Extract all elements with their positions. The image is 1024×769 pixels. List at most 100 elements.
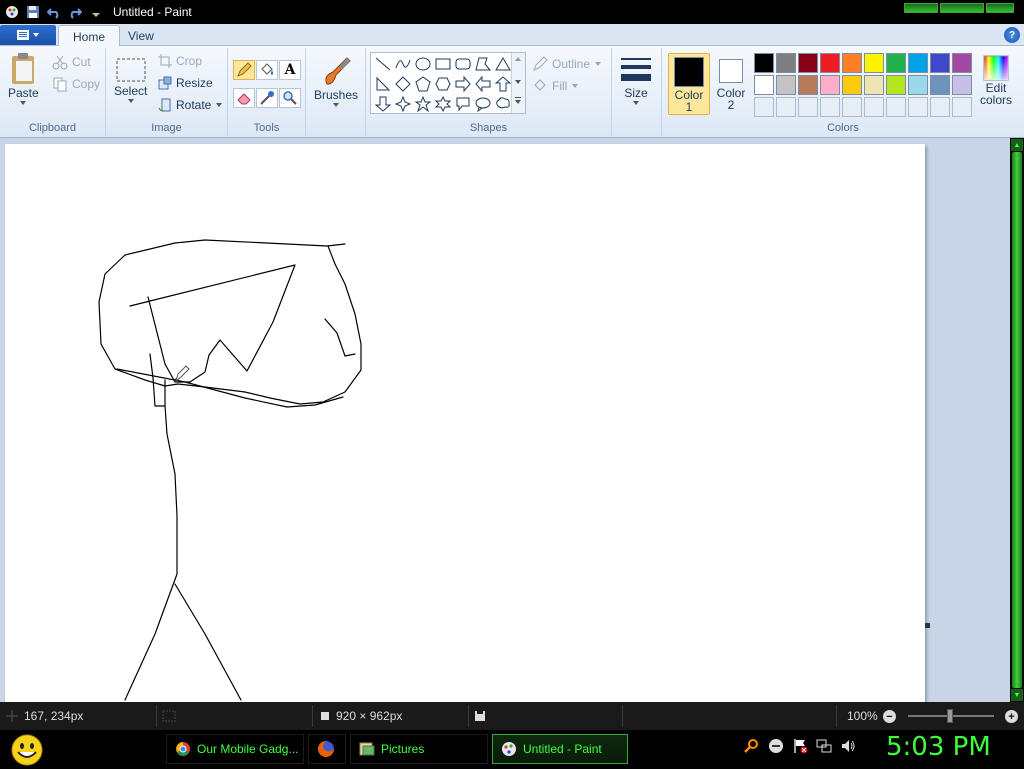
- close-button[interactable]: [986, 3, 1014, 13]
- hexagon-shape[interactable]: [433, 74, 453, 94]
- eraser-tool[interactable]: [233, 88, 255, 108]
- palette-custom-slot[interactable]: [864, 97, 884, 117]
- rounded-callout-shape[interactable]: [453, 94, 473, 114]
- five-point-star-shape[interactable]: [413, 94, 433, 114]
- minimize-button[interactable]: [904, 3, 938, 13]
- up-arrow-shape[interactable]: [493, 74, 513, 94]
- palette-custom-slot[interactable]: [776, 97, 796, 117]
- size-button[interactable]: Size: [619, 54, 653, 106]
- right-arrow-shape[interactable]: [453, 74, 473, 94]
- scroll-down-arrow[interactable]: ▼: [1011, 689, 1023, 701]
- volume-icon[interactable]: [840, 738, 856, 754]
- right-triangle-shape[interactable]: [373, 74, 393, 94]
- palette-swatch[interactable]: [908, 53, 928, 73]
- text-tool[interactable]: A: [279, 60, 301, 80]
- palette-custom-slot[interactable]: [798, 97, 818, 117]
- paint-app-icon[interactable]: [3, 3, 21, 21]
- cut-button[interactable]: Cut: [52, 54, 91, 70]
- shapes-scrollbar[interactable]: [511, 53, 525, 113]
- minimize-all-icon[interactable]: [768, 738, 784, 754]
- palette-custom-slot[interactable]: [908, 97, 928, 117]
- pencil-tool[interactable]: [233, 60, 255, 80]
- palette-swatch[interactable]: [952, 53, 972, 73]
- taskbar-item-chrome[interactable]: Our Mobile Gadg...: [166, 734, 304, 764]
- palette-custom-slot[interactable]: [952, 97, 972, 117]
- palette-custom-slot[interactable]: [886, 97, 906, 117]
- canvas-resize-handle[interactable]: [925, 623, 930, 628]
- fill-button[interactable]: Fill: [532, 78, 579, 94]
- brushes-button[interactable]: Brushes: [314, 54, 358, 108]
- line-shape[interactable]: [373, 54, 393, 74]
- crop-button[interactable]: Crop: [158, 54, 202, 68]
- palette-swatch[interactable]: [798, 53, 818, 73]
- rotate-button[interactable]: Rotate: [158, 98, 223, 112]
- polygon-shape[interactable]: [473, 54, 493, 74]
- six-point-star-shape[interactable]: [433, 94, 453, 114]
- color2-button[interactable]: Color 2: [710, 53, 752, 115]
- palette-swatch[interactable]: [864, 75, 884, 95]
- palette-swatch[interactable]: [886, 53, 906, 73]
- color1-button[interactable]: Color 1: [668, 53, 710, 115]
- network-icon[interactable]: [816, 738, 832, 754]
- search-icon[interactable]: [744, 738, 760, 754]
- cloud-callout-shape[interactable]: [493, 94, 513, 114]
- zoom-in-button[interactable]: +: [1005, 710, 1018, 723]
- rectangle-shape[interactable]: [433, 54, 453, 74]
- tab-view[interactable]: View: [114, 25, 168, 47]
- palette-swatch[interactable]: [776, 53, 796, 73]
- copy-button[interactable]: Copy: [52, 76, 100, 92]
- color-picker-tool[interactable]: [256, 88, 278, 108]
- rounded-rectangle-shape[interactable]: [453, 54, 473, 74]
- palette-swatch[interactable]: [930, 53, 950, 73]
- fill-tool[interactable]: [256, 60, 278, 80]
- action-center-flag-icon[interactable]: [792, 738, 808, 754]
- palette-swatch[interactable]: [820, 53, 840, 73]
- pentagon-shape[interactable]: [413, 74, 433, 94]
- select-button[interactable]: Select: [114, 56, 147, 104]
- taskbar-clock[interactable]: 5:03 PM: [886, 732, 991, 762]
- undo-icon[interactable]: [45, 3, 63, 21]
- tab-home[interactable]: Home: [58, 25, 121, 47]
- customize-quick-access-icon[interactable]: [87, 3, 105, 21]
- vertical-scrollbar[interactable]: ▲ ▼: [1010, 138, 1024, 702]
- palette-swatch[interactable]: [754, 75, 774, 95]
- left-arrow-shape[interactable]: [473, 74, 493, 94]
- scroll-up-arrow[interactable]: ▲: [1011, 139, 1023, 151]
- save-icon[interactable]: [24, 3, 42, 21]
- drawing-canvas[interactable]: [5, 144, 925, 702]
- oval-callout-shape[interactable]: [473, 94, 493, 114]
- zoom-slider-thumb[interactable]: [947, 709, 953, 723]
- scroll-thumb[interactable]: [1012, 152, 1022, 688]
- zoom-out-button[interactable]: −: [883, 710, 896, 723]
- redo-icon[interactable]: [66, 3, 84, 21]
- magnifier-tool[interactable]: [279, 88, 301, 108]
- palette-custom-slot[interactable]: [820, 97, 840, 117]
- palette-custom-slot[interactable]: [930, 97, 950, 117]
- diamond-shape[interactable]: [393, 74, 413, 94]
- palette-swatch[interactable]: [930, 75, 950, 95]
- palette-swatch[interactable]: [798, 75, 818, 95]
- paste-button[interactable]: Paste: [8, 52, 39, 106]
- triangle-shape[interactable]: [493, 54, 513, 74]
- palette-swatch[interactable]: [776, 75, 796, 95]
- palette-swatch[interactable]: [864, 53, 884, 73]
- maximize-button[interactable]: [940, 3, 984, 13]
- palette-swatch[interactable]: [952, 75, 972, 95]
- palette-swatch[interactable]: [886, 75, 906, 95]
- start-button[interactable]: [8, 732, 46, 766]
- palette-custom-slot[interactable]: [754, 97, 774, 117]
- paint-menu-button[interactable]: [0, 25, 56, 45]
- curve-shape[interactable]: [393, 54, 413, 74]
- oval-shape[interactable]: [413, 54, 433, 74]
- edit-colors-button[interactable]: Edit colors: [976, 54, 1016, 106]
- down-arrow-shape[interactable]: [373, 94, 393, 114]
- taskbar-item-pictures[interactable]: Pictures: [350, 734, 488, 764]
- palette-swatch[interactable]: [842, 53, 862, 73]
- taskbar-item-firefox[interactable]: [308, 734, 346, 764]
- taskbar-item-paint[interactable]: Untitled - Paint: [492, 734, 628, 764]
- palette-swatch[interactable]: [908, 75, 928, 95]
- palette-swatch[interactable]: [842, 75, 862, 95]
- palette-swatch[interactable]: [754, 53, 774, 73]
- help-icon[interactable]: ?: [1004, 27, 1020, 43]
- resize-button[interactable]: Resize: [158, 76, 213, 90]
